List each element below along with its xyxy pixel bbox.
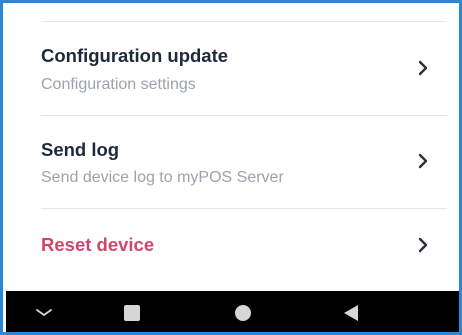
back-button[interactable] bbox=[321, 291, 381, 332]
chevron-right-icon bbox=[418, 237, 428, 253]
hide-keyboard-icon bbox=[36, 309, 52, 316]
menu-item-subtitle: Configuration settings bbox=[41, 76, 196, 93]
hide-keyboard-button[interactable] bbox=[14, 291, 74, 332]
menu-item-title: Reset device bbox=[41, 234, 155, 255]
chevron-right-icon bbox=[418, 153, 428, 169]
device-settings-menu: Configuration update Configuration setti… bbox=[6, 3, 459, 291]
back-triangle-icon bbox=[344, 305, 358, 321]
recents-button[interactable] bbox=[102, 291, 162, 332]
menu-item-title: Send log bbox=[41, 139, 120, 160]
screenshot-frame: Configuration update Configuration setti… bbox=[0, 0, 462, 335]
android-navigation-bar bbox=[6, 291, 459, 332]
chevron-right-icon bbox=[418, 60, 428, 76]
menu-item-configuration-update[interactable]: Configuration update Configuration setti… bbox=[6, 22, 459, 115]
menu-item-title: Configuration update bbox=[41, 45, 229, 66]
menu-item-send-log[interactable]: Send log Send device log to myPOS Server bbox=[6, 116, 459, 208]
home-circle-icon bbox=[235, 305, 251, 321]
menu-item-reset-device[interactable]: Reset device bbox=[6, 209, 459, 279]
recents-square-icon bbox=[124, 305, 140, 321]
home-button[interactable] bbox=[213, 291, 273, 332]
menu-item-subtitle: Send device log to myPOS Server bbox=[41, 169, 284, 186]
